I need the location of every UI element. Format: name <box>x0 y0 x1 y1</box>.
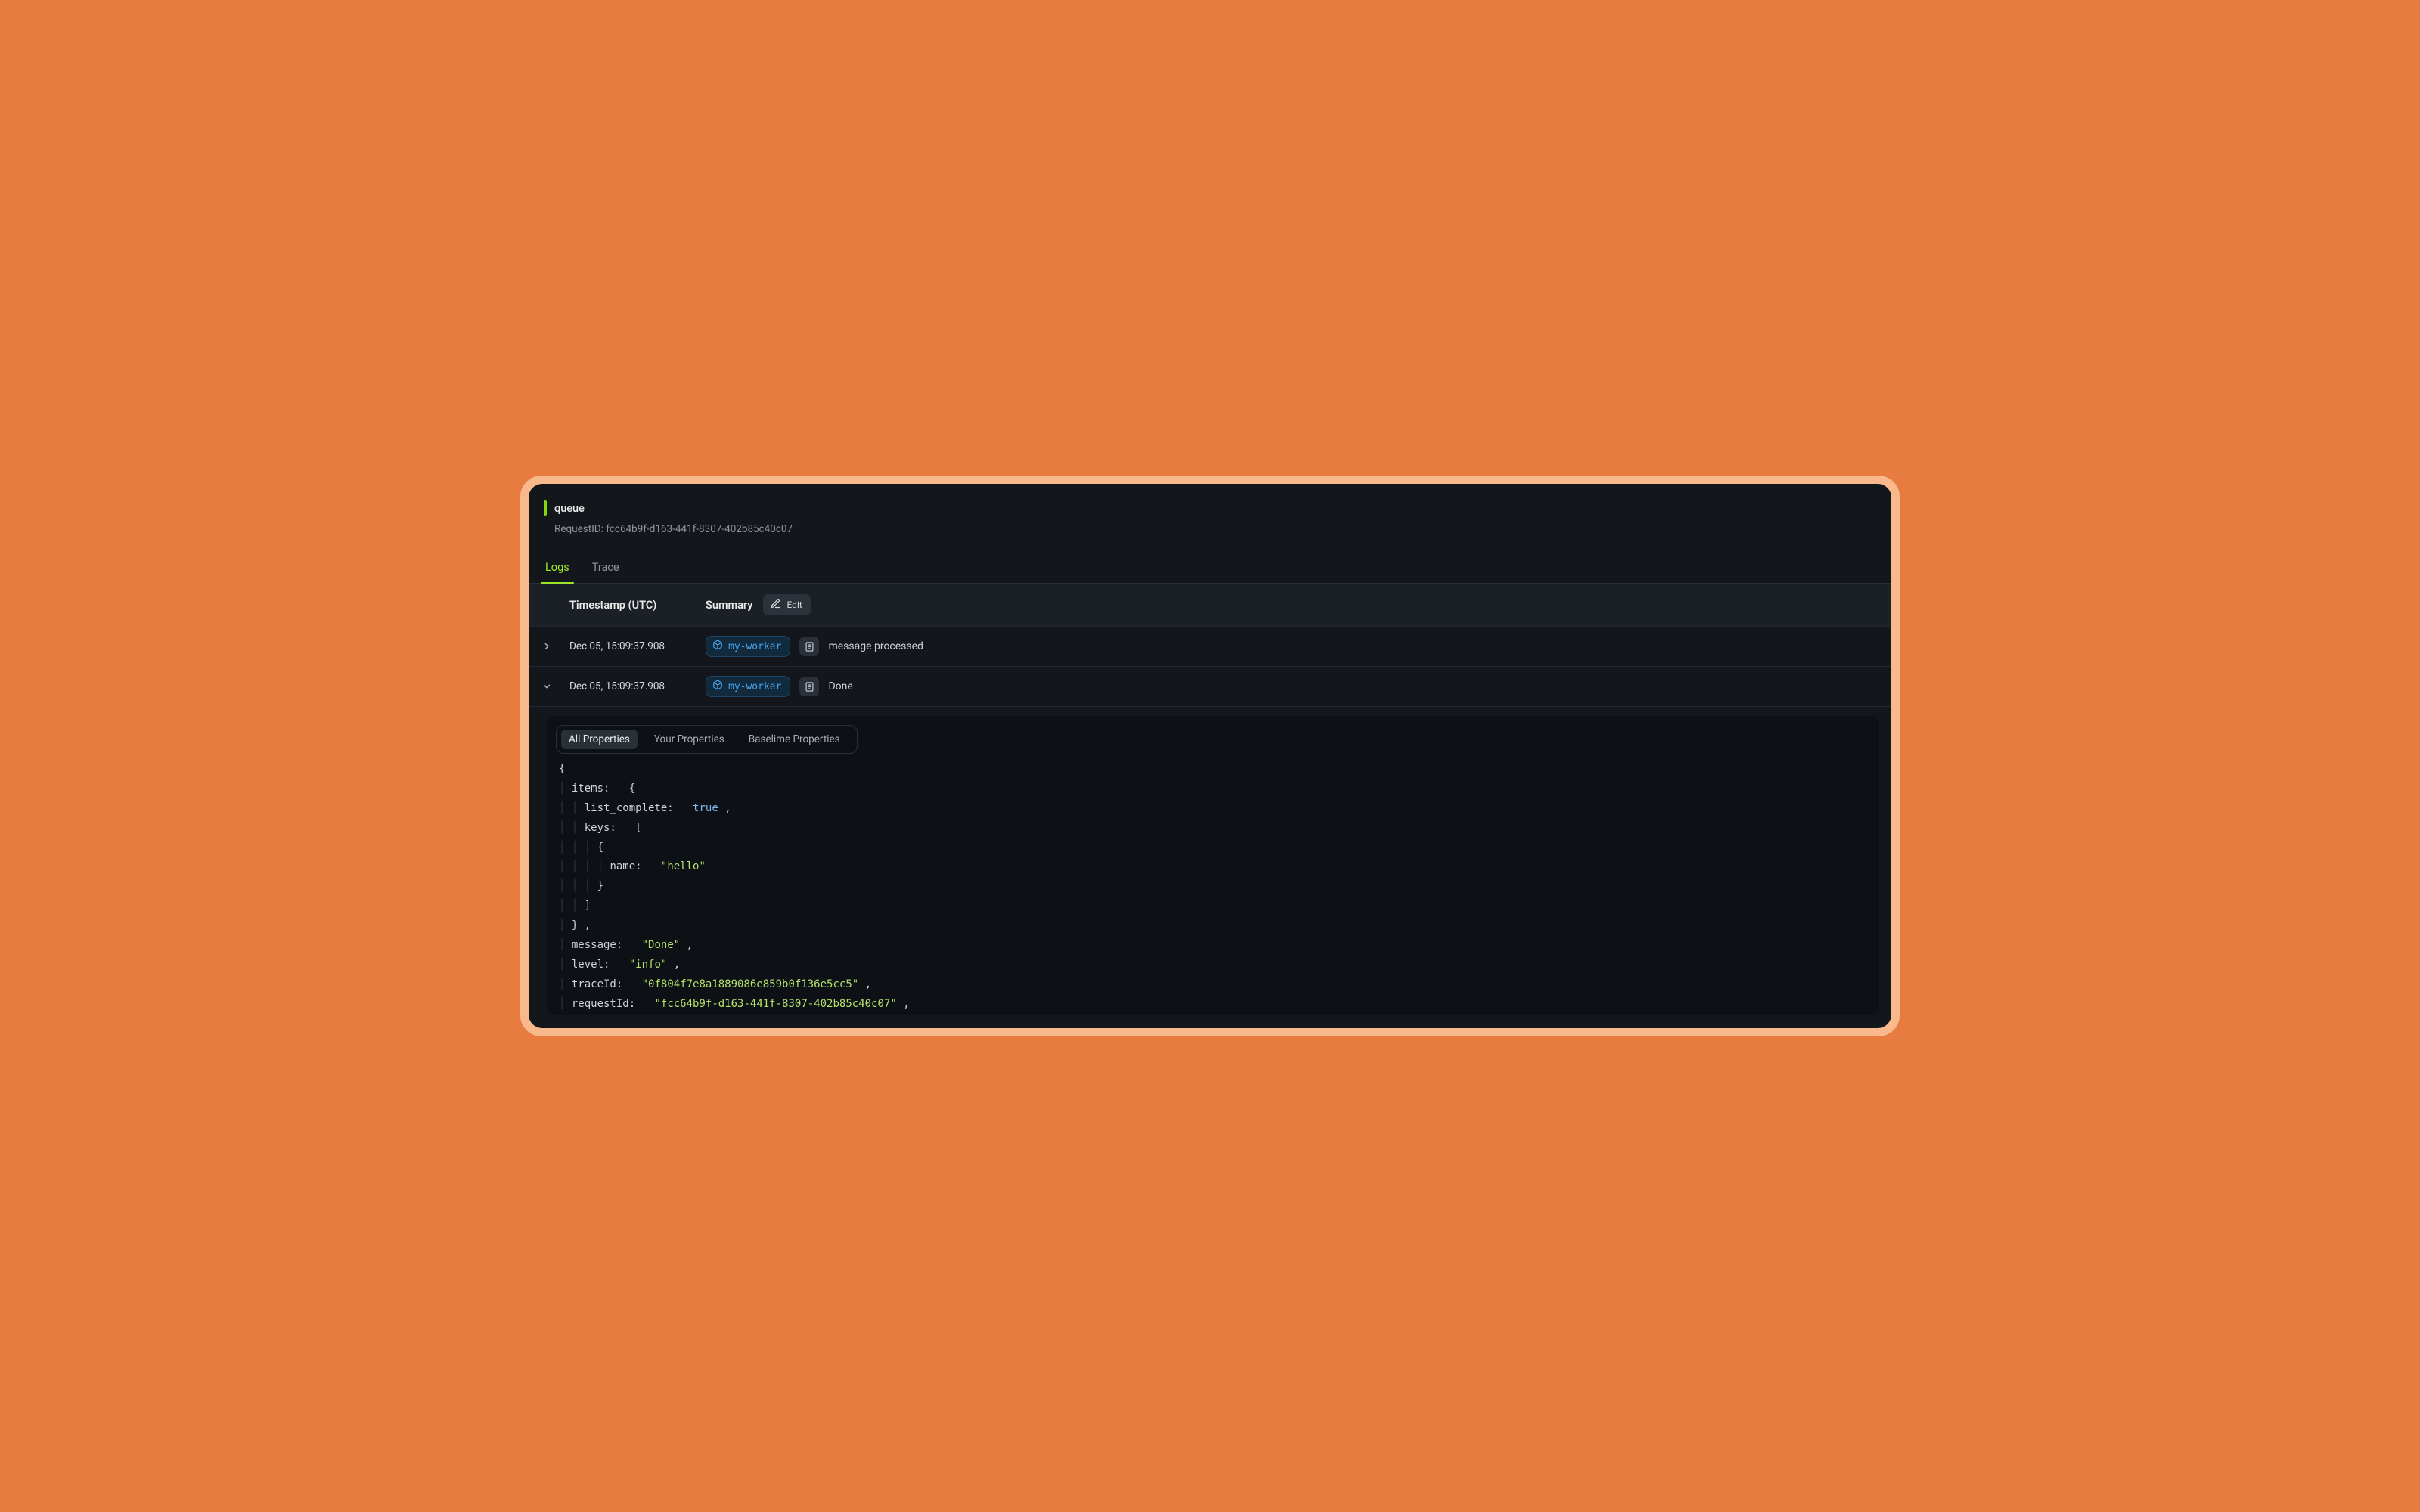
detail-pane: All Properties Your Properties Baselime … <box>547 716 1879 1015</box>
json-key-keys: keys: <box>585 822 616 834</box>
worker-pill[interactable]: my-worker <box>706 636 790 657</box>
json-key-message: message: <box>572 939 622 951</box>
tab-baselime-properties[interactable]: Baselime Properties <box>741 730 848 749</box>
tab-trace[interactable]: Trace <box>591 553 621 583</box>
json-key-list-complete: list_complete: <box>585 802 674 814</box>
chevron-down-icon[interactable] <box>536 681 557 692</box>
doc-icon <box>799 637 819 656</box>
table-header: Timestamp (UTC) Summary Edit <box>529 584 1891 627</box>
tab-all-properties[interactable]: All Properties <box>561 730 638 749</box>
chevron-right-icon[interactable] <box>536 641 557 652</box>
request-id-line: RequestID: fcc64b9f-d163-441f-8307-402b8… <box>554 523 1876 535</box>
json-viewer: { │ items: { │ │ list_complete: true , │… <box>556 754 1870 1015</box>
properties-tabs: All Properties Your Properties Baselime … <box>556 725 858 754</box>
log-panel: queue RequestID: fcc64b9f-d163-441f-8307… <box>529 484 1891 1028</box>
json-key-traceid: traceId: <box>572 978 622 990</box>
timestamp: Dec 05, 15:09:37.908 <box>562 640 706 652</box>
json-key-name: name: <box>610 860 641 872</box>
page-title: queue <box>554 502 585 515</box>
summary-text: message processed <box>828 640 923 652</box>
json-val-name: "hello" <box>661 860 706 872</box>
timestamp: Dec 05, 15:09:37.908 <box>562 680 706 692</box>
json-val-level: "info" <box>629 959 668 971</box>
edit-button[interactable]: Edit <box>763 594 810 615</box>
pencil-icon <box>770 598 781 612</box>
col-summary: Summary <box>706 599 752 612</box>
cube-icon <box>712 680 723 693</box>
cube-icon <box>712 640 723 653</box>
doc-icon <box>799 677 819 696</box>
summary-text: Done <box>828 680 852 692</box>
view-tabs: Logs Trace <box>529 553 1891 584</box>
json-val-message: "Done" <box>642 939 681 951</box>
worker-pill[interactable]: my-worker <box>706 676 790 697</box>
tab-your-properties[interactable]: Your Properties <box>647 730 732 749</box>
json-key-requestid: requestId: <box>572 998 635 1010</box>
worker-name: my-worker <box>728 681 781 692</box>
table-row[interactable]: Dec 05, 15:09:37.908 my-worker message p… <box>529 627 1891 667</box>
json-val-list-complete: true <box>693 802 718 814</box>
title-accent-bar <box>544 500 547 516</box>
json-key-items: items: <box>572 782 610 795</box>
col-timestamp: Timestamp (UTC) <box>562 599 706 612</box>
worker-name: my-worker <box>728 641 781 652</box>
json-val-requestid: "fcc64b9f-d163-441f-8307-402b85c40c07" <box>654 998 896 1010</box>
json-val-traceid: "0f804f7e8a1889086e859b0f136e5cc5" <box>642 978 859 990</box>
edit-label: Edit <box>786 600 802 610</box>
table-row[interactable]: Dec 05, 15:09:37.908 my-worker Done <box>529 667 1891 707</box>
request-id-value: fcc64b9f-d163-441f-8307-402b85c40c07 <box>606 523 793 535</box>
request-id-label: RequestID: <box>554 523 603 535</box>
tab-logs[interactable]: Logs <box>544 553 571 583</box>
json-key-level: level: <box>572 959 610 971</box>
